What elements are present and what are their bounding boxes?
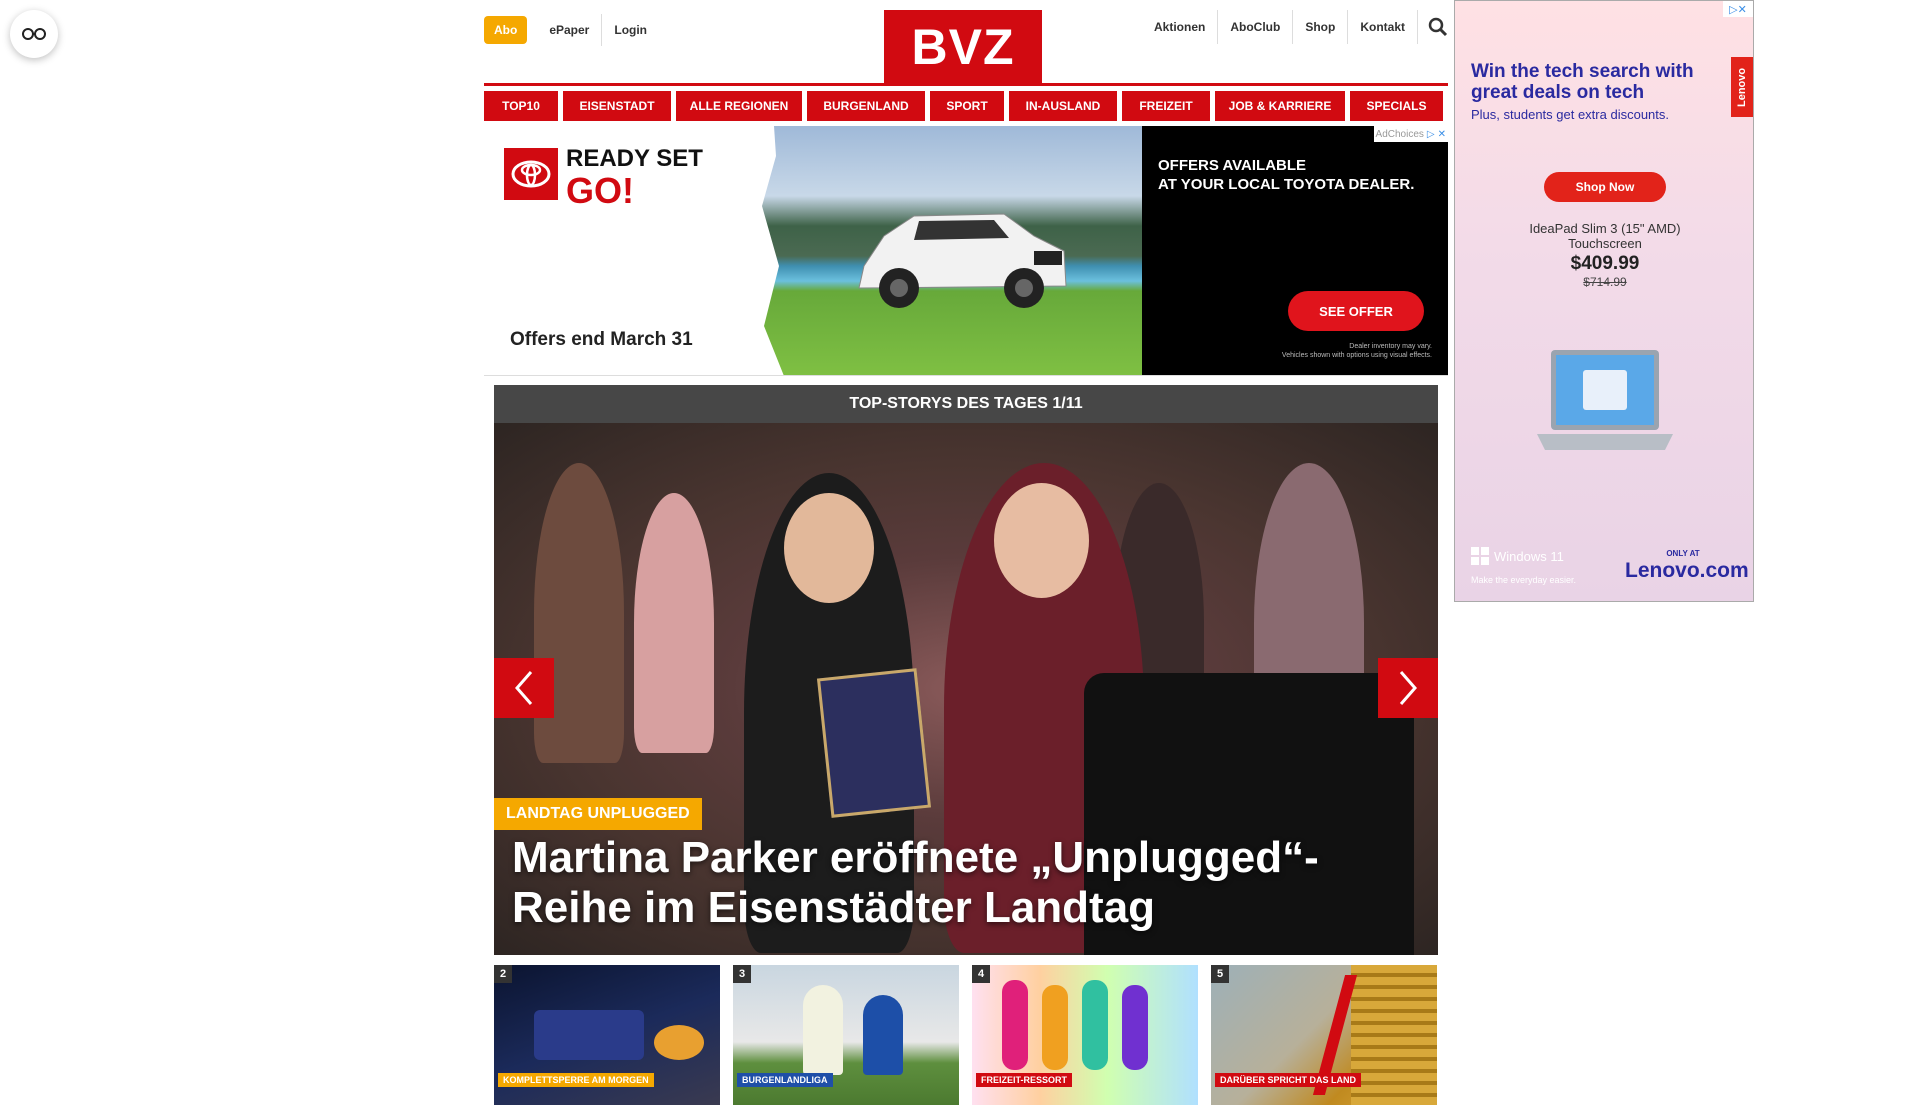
story-number: 4 <box>972 965 990 983</box>
toyota-ad-banner[interactable]: READY SET GO! Offers end March 31 OFFERS… <box>484 126 1448 376</box>
adchoices-icon: ▷ <box>1426 128 1435 140</box>
product-name-line-1: IdeaPad Slim 3 (15" AMD) <box>1529 221 1681 236</box>
chevron-right-icon <box>1399 671 1417 705</box>
story-number: 5 <box>1211 965 1229 983</box>
lenovo-brand-tab: Lenovo <box>1731 57 1753 117</box>
nav-item-in-ausland[interactable]: IN-AUSLAND <box>1009 91 1117 121</box>
site-logo[interactable]: BVZ <box>884 10 1042 84</box>
story-tag: DARÜBER SPRICHT DAS LAND <box>1215 1073 1362 1087</box>
reader-toggle-button[interactable] <box>10 10 58 58</box>
story-thumb-5[interactable]: 5 DARÜBER SPRICHT DAS LAND <box>1211 965 1437 1105</box>
background-person <box>634 493 714 753</box>
ad-right-panel: OFFERS AVAILABLE AT YOUR LOCAL TOYOTA DE… <box>1142 126 1448 375</box>
story-headline[interactable]: Martina Parker eröffnete „Unplugged“-Rei… <box>512 833 1362 933</box>
player-image <box>863 995 903 1075</box>
chevron-left-icon <box>515 671 533 705</box>
suv-image <box>858 213 1067 308</box>
side-ad-subtitle: Plus, students get extra discounts. <box>1471 107 1669 122</box>
figure-image <box>1122 985 1148 1070</box>
offers-end-text: Offers end March 31 <box>510 329 693 350</box>
nav-item-freizeit[interactable]: FREIZEIT <box>1122 91 1210 121</box>
login-link[interactable]: Login <box>602 14 659 46</box>
windows-tagline: Make the everyday easier. <box>1471 575 1577 585</box>
close-icon[interactable]: ✕ <box>1438 129 1446 140</box>
windows-label: Windows 11 <box>1494 548 1564 564</box>
story-number: 3 <box>733 965 751 983</box>
story-kicker: LANDTAG UNPLUGGED <box>494 798 702 830</box>
product-name: IdeaPad Slim 3 (15" AMD) Touchscreen <box>1455 221 1753 251</box>
laptop-image <box>1537 350 1673 450</box>
story-thumb-2[interactable]: 2 KOMPLETTSPERRE AM MORGEN <box>494 965 720 1105</box>
figure-image <box>1002 980 1028 1070</box>
shop-now-button[interactable]: Shop Now <box>1544 172 1666 202</box>
ad-disclaimer: Dealer inventory may vary. Vehicles show… <box>1252 342 1432 360</box>
see-offer-button[interactable]: SEE OFFER <box>1288 291 1424 331</box>
header-divider <box>484 83 1448 86</box>
figure-image <box>1042 985 1068 1070</box>
only-at-label: ONLY AT <box>1666 549 1700 558</box>
product-price: $409.99 <box>1570 253 1640 274</box>
carousel-prev-button[interactable] <box>494 658 554 718</box>
header: Abo ePaper Login BVZ Aktionen AboClub Sh… <box>484 0 1448 86</box>
ad-disclaimer-line-1: Dealer inventory may vary. <box>1349 343 1432 350</box>
nav-item-specials[interactable]: SPECIALS <box>1350 91 1443 121</box>
coins-image <box>1351 965 1437 1105</box>
nav-item-burgenland[interactable]: BURGENLAND <box>807 91 925 121</box>
windows-brand: Windows 11 <box>1471 547 1564 565</box>
adchoices-badge[interactable]: AdChoices ▷ ✕ <box>1373 126 1448 142</box>
nav-item-top10[interactable]: TOP10 <box>484 91 558 121</box>
background-person <box>534 463 624 763</box>
story-tag: FREIZEIT-RESSORT <box>976 1073 1073 1087</box>
main-nav: TOP10 EISENSTADT ALLE REGIONEN BURGENLAN… <box>484 91 1448 121</box>
face-right <box>994 483 1089 598</box>
lenovo-side-ad[interactable]: ▷✕ Lenovo Win the tech search with great… <box>1454 0 1754 602</box>
nav-item-job-karriere[interactable]: JOB & KARRIERE <box>1215 91 1345 121</box>
top-stories-header: TOP-STORYS DES TAGES 1/11 <box>494 385 1438 423</box>
product-name-line-2: Touchscreen <box>1568 236 1642 251</box>
epaper-link[interactable]: ePaper <box>537 14 603 46</box>
shop-link[interactable]: Shop <box>1293 10 1349 44</box>
glasses-icon <box>22 28 46 40</box>
ad-left-panel: READY SET GO! Offers end March 31 <box>484 126 774 375</box>
header-right-links: Aktionen AboClub Shop Kontakt <box>1142 10 1448 44</box>
ad-headline-2: GO! <box>566 170 634 211</box>
kontakt-link[interactable]: Kontakt <box>1348 10 1418 44</box>
adchoices-label: AdChoices <box>1375 128 1424 140</box>
light-image <box>654 1025 704 1060</box>
abo-button[interactable]: Abo <box>484 16 528 44</box>
side-ad-title: Win the tech search with great deals on … <box>1471 61 1694 103</box>
ad-close-icon[interactable]: ▷✕ <box>1723 1 1753 17</box>
figure-image <box>1082 980 1108 1070</box>
search-icon[interactable] <box>1428 17 1448 37</box>
story-number: 2 <box>494 965 512 983</box>
carousel-next-button[interactable] <box>1378 658 1438 718</box>
nav-item-eisenstadt[interactable]: EISENSTADT <box>563 91 671 121</box>
story-thumb-4[interactable]: 4 FREIZEIT-RESSORT <box>972 965 1198 1105</box>
nav-item-sport[interactable]: SPORT <box>930 91 1004 121</box>
ad-disclaimer-line-2: Vehicles shown with options using visual… <box>1281 352 1432 359</box>
book-image <box>816 668 932 818</box>
main-page: Abo ePaper Login BVZ Aktionen AboClub Sh… <box>484 0 1448 1105</box>
hero-story[interactable]: LANDTAG UNPLUGGED Martina Parker eröffne… <box>494 423 1438 955</box>
offers-available-line-1: OFFERS AVAILABLE <box>1158 157 1307 174</box>
lenovo-com-label: Lenovo.com <box>1625 559 1749 582</box>
top-stories: TOP-STORYS DES TAGES 1/11 LANDTAG UNPLUG… <box>494 385 1438 1105</box>
product-old-price: $714.99 <box>1583 275 1627 289</box>
offers-available-line-2: AT YOUR LOCAL TOYOTA DEALER. <box>1158 176 1415 193</box>
offers-available-text: OFFERS AVAILABLE AT YOUR LOCAL TOYOTA DE… <box>1158 156 1414 194</box>
story-tag: BURGENLANDLIGA <box>737 1073 833 1087</box>
header-left-links: Abo ePaper Login <box>484 14 659 46</box>
aktionen-link[interactable]: Aktionen <box>1142 10 1219 44</box>
nav-item-alle-regionen[interactable]: ALLE REGIONEN <box>676 91 802 121</box>
toyota-logo-icon <box>504 148 558 200</box>
face-left <box>784 493 874 603</box>
story-thumb-3[interactable]: 3 BURGENLANDLIGA <box>733 965 959 1105</box>
ad-headline-1: READY SET <box>566 145 703 172</box>
story-thumbnails: 2 KOMPLETTSPERRE AM MORGEN 3 BURGENLANDL… <box>494 965 1438 1105</box>
vehicle-image <box>534 1010 644 1060</box>
aboclub-link[interactable]: AboClub <box>1218 10 1294 44</box>
windows-icon <box>1471 547 1489 565</box>
player-image <box>803 985 843 1075</box>
story-tag: KOMPLETTSPERRE AM MORGEN <box>498 1073 654 1087</box>
